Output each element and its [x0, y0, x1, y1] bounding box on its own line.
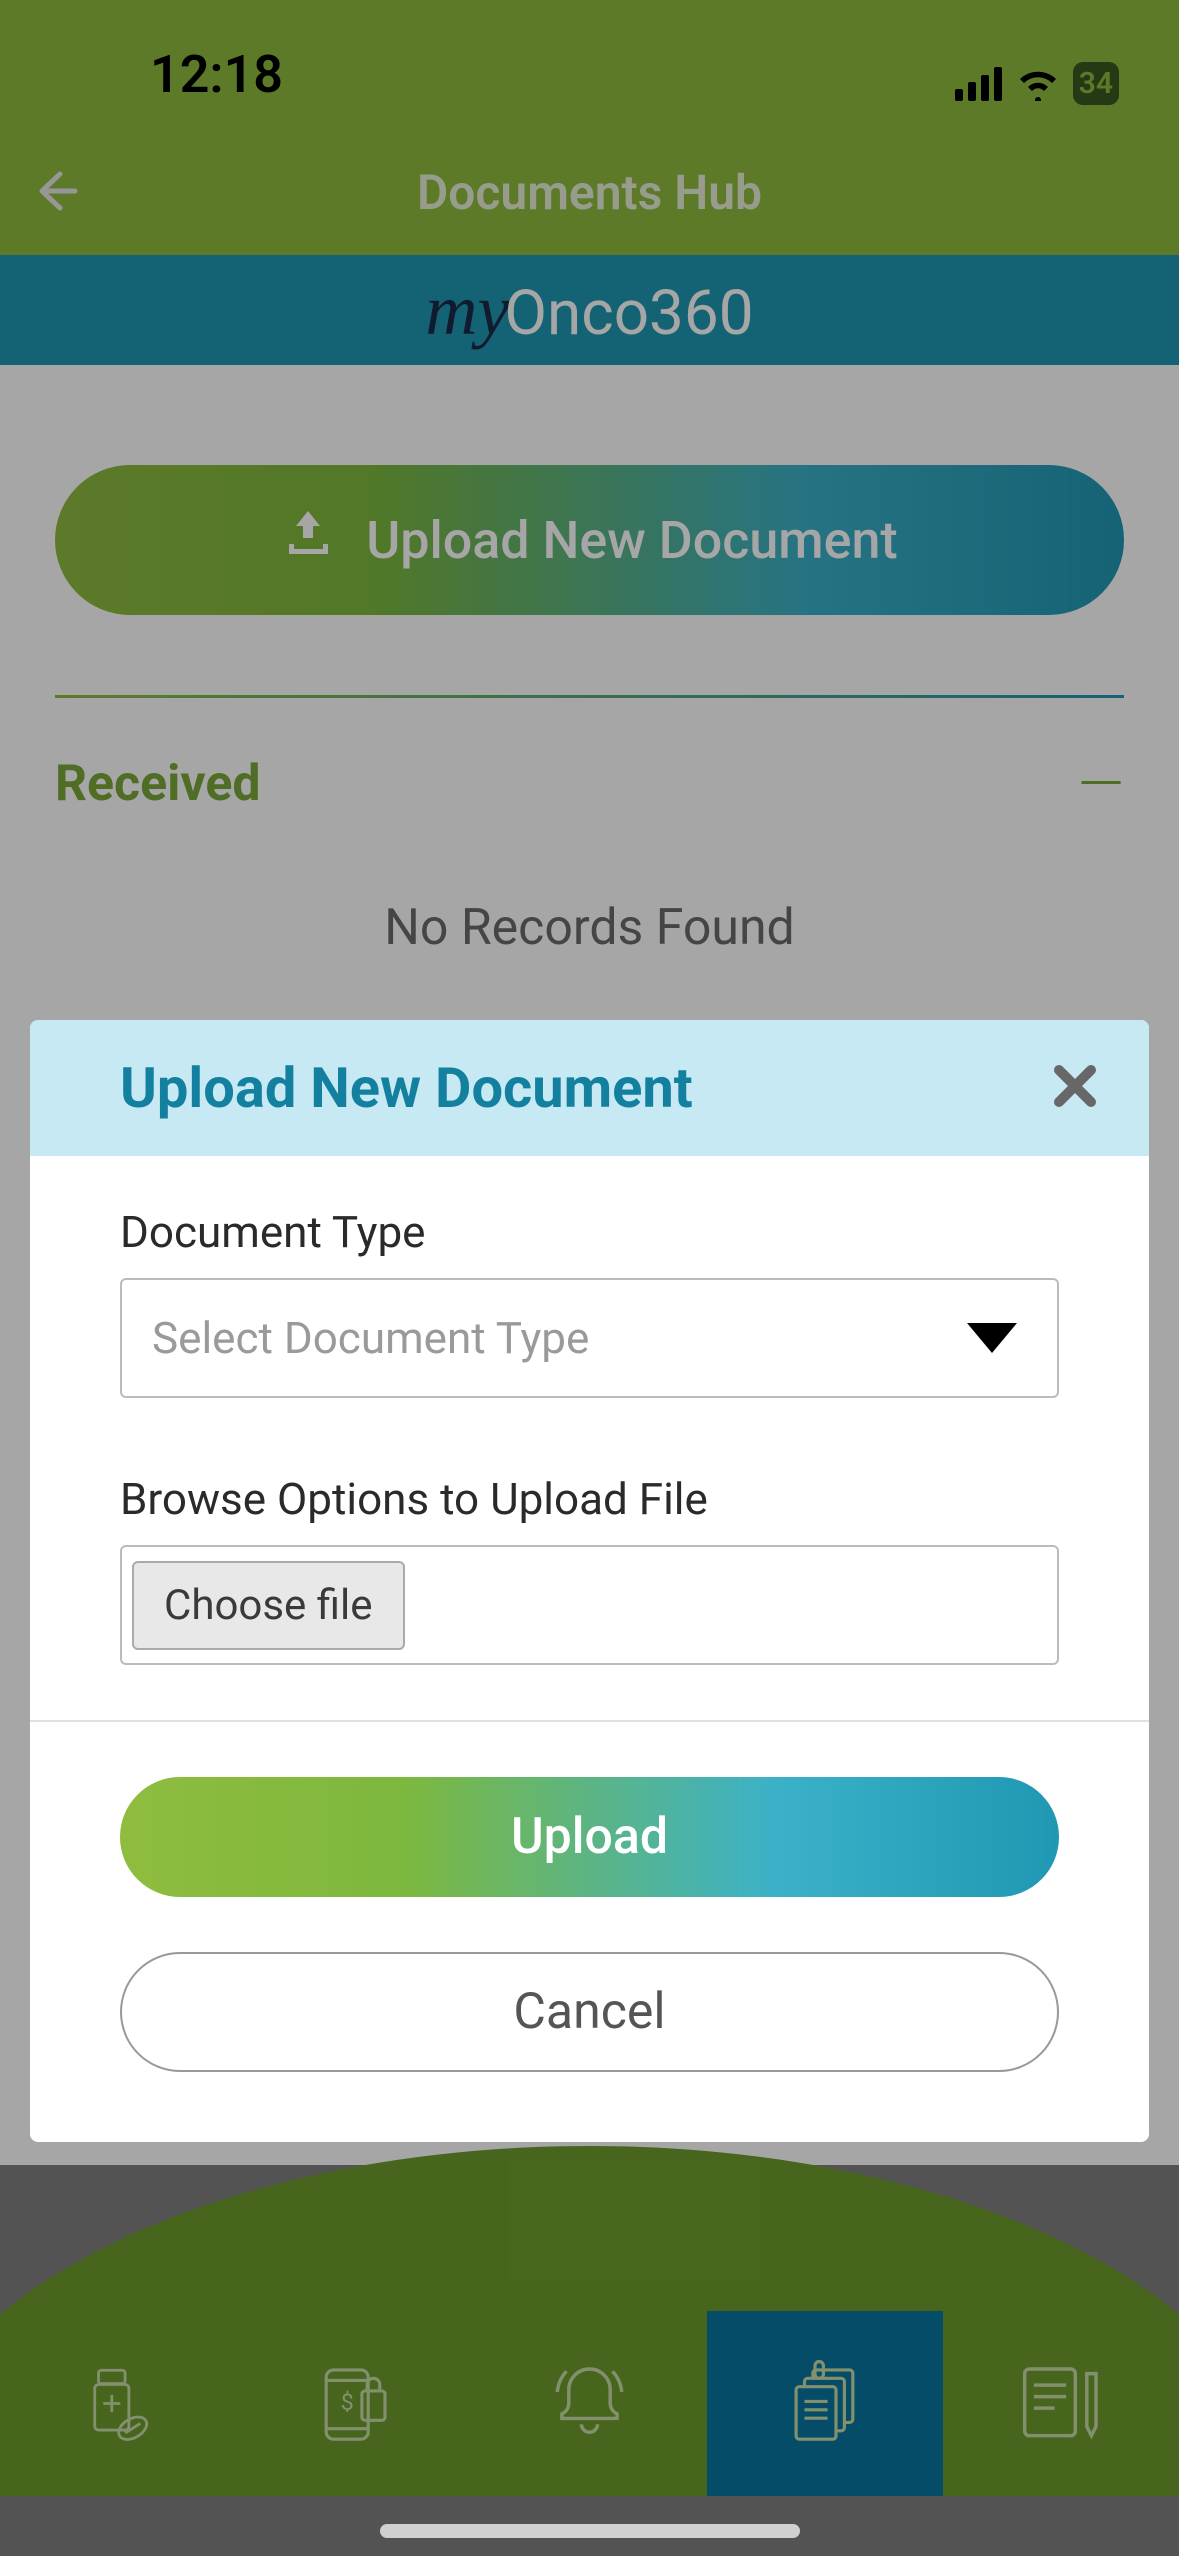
chevron-down-icon — [967, 1323, 1017, 1353]
document-type-label: Document Type — [120, 1206, 1059, 1258]
modal-header: Upload New Document — [30, 1020, 1149, 1156]
file-input-wrapper[interactable]: Choose file — [120, 1545, 1059, 1665]
modal-footer: Upload Cancel — [30, 1720, 1149, 2142]
choose-file-button[interactable]: Choose file — [132, 1561, 405, 1650]
upload-button[interactable]: Upload — [120, 1777, 1059, 1897]
modal-title: Upload New Document — [120, 1055, 693, 1121]
close-icon[interactable] — [1051, 1062, 1099, 1114]
cancel-button[interactable]: Cancel — [120, 1952, 1059, 2072]
select-placeholder: Select Document Type — [152, 1312, 589, 1364]
upload-modal: Upload New Document Document Type Select… — [30, 1020, 1149, 2142]
home-indicator[interactable] — [380, 2524, 800, 2538]
browse-label: Browse Options to Upload File — [120, 1473, 1059, 1525]
document-type-select[interactable]: Select Document Type — [120, 1278, 1059, 1398]
modal-body: Document Type Select Document Type Brows… — [30, 1156, 1149, 1720]
